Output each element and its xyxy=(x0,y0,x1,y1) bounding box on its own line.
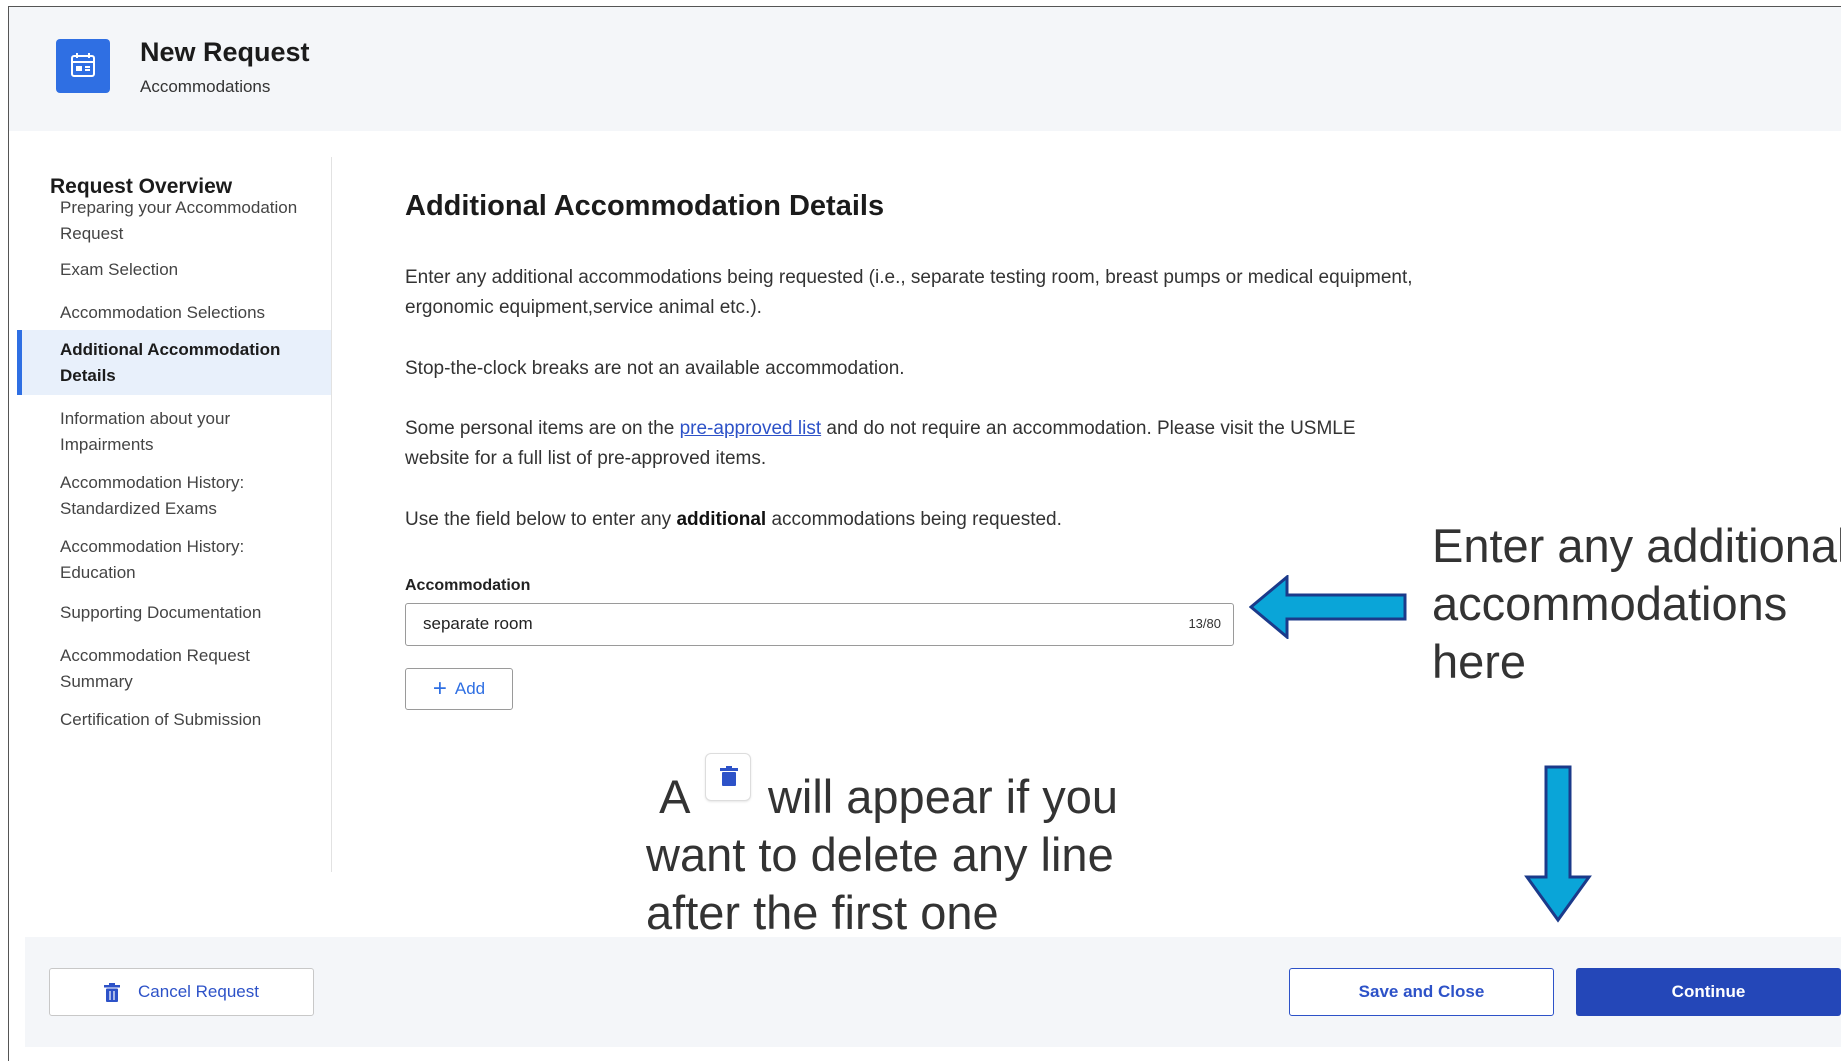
sidebar-item-preparing[interactable]: Preparing your Accommodation Request xyxy=(17,195,331,247)
arrow-left-annotation xyxy=(1249,575,1407,639)
character-counter: 13/80 xyxy=(1188,616,1221,631)
stop-clock-note: Stop-the-clock breaks are not an availab… xyxy=(405,358,905,379)
sidebar-item-additional-details[interactable]: Additional Accommodation Details xyxy=(17,330,331,395)
accommodation-field-label: Accommodation xyxy=(405,577,531,594)
pre-approved-text-before: Some personal items are on the xyxy=(405,418,680,439)
sidebar-item-history-exams[interactable]: Accommodation History: Standardized Exam… xyxy=(17,470,331,522)
annotation-delete-info: A will appear if you want to delete any … xyxy=(646,753,1166,942)
continue-button[interactable]: Continue xyxy=(1576,968,1841,1016)
annotation-delete-before: A xyxy=(659,770,688,823)
page-header: New Request Accommodations xyxy=(9,7,1841,131)
pre-approved-note: Some personal items are on the pre-appro… xyxy=(405,414,1415,474)
page-subtitle: Accommodations xyxy=(140,77,271,96)
cancel-request-button[interactable]: Cancel Request xyxy=(49,968,314,1016)
page-footer: Cancel Request Save and Close Continue xyxy=(25,937,1841,1047)
sidebar-item-certification[interactable]: Certification of Submission xyxy=(17,707,331,733)
add-accommodation-button[interactable]: + Add xyxy=(405,668,513,710)
trash-icon xyxy=(104,982,121,1002)
field-instructions-after: accommodations being requested. xyxy=(766,509,1062,530)
delete-icon xyxy=(704,753,751,801)
plus-icon: + xyxy=(432,675,447,702)
app-window: New Request Accommodations Request Overv… xyxy=(8,6,1841,1061)
add-button-label: Add xyxy=(454,679,486,698)
sidebar-item-summary[interactable]: Accommodation Request Summary xyxy=(17,643,331,695)
field-instructions: Use the field below to enter any additio… xyxy=(405,505,1415,535)
field-instructions-before: Use the field below to enter any xyxy=(405,509,677,530)
instructions-paragraph: Enter any additional accommodations bein… xyxy=(405,267,1413,318)
pre-approved-list-link[interactable]: pre-approved list xyxy=(680,418,822,439)
sidebar-item-history-education[interactable]: Accommodation History: Education xyxy=(17,534,331,586)
sidebar-item-exam-selection[interactable]: Exam Selection xyxy=(17,257,331,283)
section-title: Additional Accommodation Details xyxy=(405,190,885,222)
field-instructions-bold: additional xyxy=(676,509,767,530)
request-overview-sidebar: Request Overview Preparing your Accommod… xyxy=(17,157,332,872)
accommodation-field[interactable]: 13/80 xyxy=(405,603,1234,646)
cancel-button-label: Cancel Request xyxy=(138,982,259,1001)
arrow-down-annotation xyxy=(1524,765,1592,923)
sidebar-item-impairments[interactable]: Information about your Impairments xyxy=(17,406,331,458)
save-and-close-button[interactable]: Save and Close xyxy=(1289,968,1554,1016)
sidebar-item-supporting-docs[interactable]: Supporting Documentation xyxy=(17,600,331,626)
sidebar-item-accommodation-selections[interactable]: Accommodation Selections xyxy=(17,300,331,326)
page-title: New Request xyxy=(140,37,310,67)
accommodation-input[interactable] xyxy=(406,604,1166,644)
annotation-enter-accommodations: Enter any additional accommodations here xyxy=(1432,519,1841,688)
calendar-icon xyxy=(56,39,110,93)
